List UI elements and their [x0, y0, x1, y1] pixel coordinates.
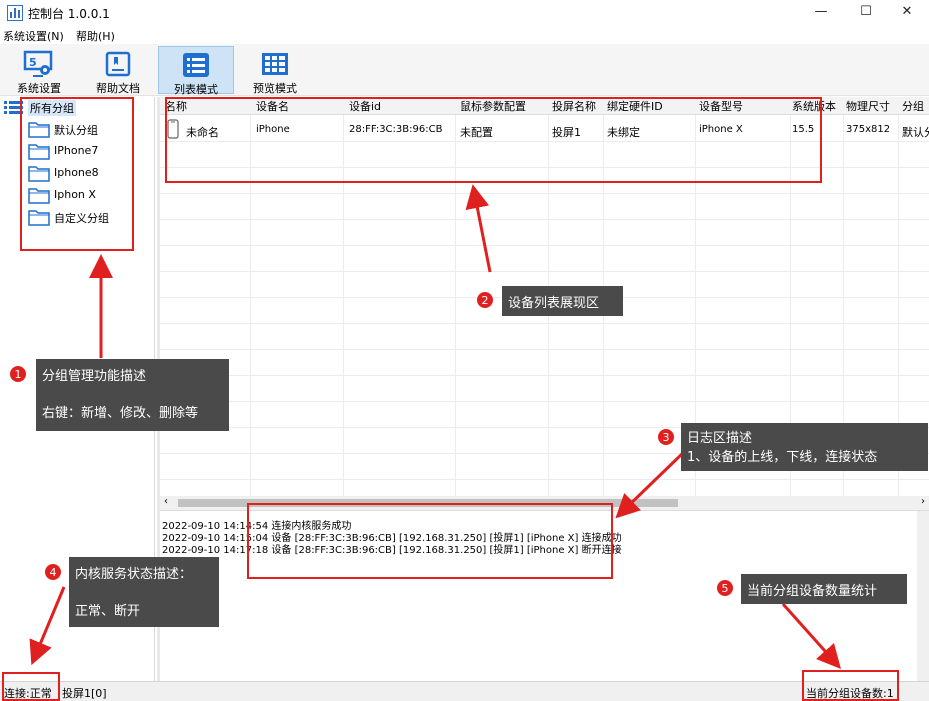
menu-bar: 系统设置(N) 帮助(H) — [0, 27, 929, 44]
callout-device-list: 设备列表展现区 — [502, 286, 623, 316]
title-bar: 控制台 1.0.0.1 — ☐ ✕ — [0, 0, 929, 26]
toolbar: 5 系统设置 帮助文档 列表模式 预览模式 — [0, 44, 929, 96]
screen-status: 投屏1[0] — [62, 687, 107, 700]
cell-group: 默认分 — [902, 126, 929, 139]
list-mode-button[interactable]: 列表模式 — [158, 46, 234, 96]
col-header-size[interactable]: 物理尺寸 — [846, 98, 890, 114]
callout-detail: 右键：新增、修改、删除等 — [42, 406, 199, 421]
callout-title: 设备列表展现区 — [508, 296, 600, 311]
grid-icon — [262, 53, 288, 75]
col-header-group[interactable]: 分组 — [902, 98, 924, 114]
annotation-badge-5: 5 — [716, 579, 734, 597]
callout-kernel-status: 内核服务状态描述： 正常、断开 — [69, 557, 219, 627]
callout-detail: 1、设备的上线，下线，连接状态 — [687, 450, 878, 465]
callout-title: 分组管理功能描述 — [42, 369, 147, 384]
callout-device-count: 当前分组设备数量统计 — [741, 574, 907, 604]
system-settings-label: 系统设置 — [17, 82, 61, 95]
scroll-right-icon[interactable]: › — [921, 496, 925, 507]
status-bar: 连接:正常 投屏1[0] 当前分组设备数:1 — [0, 681, 929, 701]
annotation-badge-1: 1 — [9, 365, 27, 383]
scroll-left-icon[interactable]: ‹ — [164, 496, 168, 507]
preview-mode-button[interactable]: 预览模式 — [237, 46, 313, 95]
highlight-device-count — [802, 670, 899, 701]
annotation-badge-2: 2 — [476, 291, 494, 309]
annotation-badge-3: 3 — [657, 428, 675, 446]
app-chart-icon — [7, 5, 23, 21]
highlight-group-tree — [20, 97, 134, 251]
help-docs-button[interactable]: 帮助文档 — [80, 46, 156, 95]
callout-title: 内核服务状态描述： — [75, 567, 193, 582]
minimize-button[interactable]: — — [798, 0, 844, 26]
list-mode-label: 列表模式 — [174, 83, 218, 96]
preview-mode-label: 预览模式 — [253, 82, 297, 95]
book-icon — [105, 51, 131, 77]
callout-title: 当前分组设备数量统计 — [747, 584, 878, 599]
log-scrollbar[interactable] — [917, 511, 929, 682]
callout-title: 日志区描述 — [687, 431, 753, 446]
list-icon — [183, 53, 209, 77]
close-button[interactable]: ✕ — [884, 0, 929, 26]
highlight-connection-status — [2, 672, 60, 701]
callout-group-management: 分组管理功能描述 右键：新增、修改、删除等 — [36, 359, 229, 431]
menu-help[interactable]: 帮助(H) — [76, 28, 115, 44]
menu-system-settings[interactable]: 系统设置(N) — [3, 28, 64, 44]
highlight-log-area — [247, 503, 613, 579]
annotation-badge-4: 4 — [44, 563, 62, 581]
callout-detail: 正常、断开 — [75, 604, 141, 619]
window-title: 控制台 1.0.0.1 — [28, 7, 110, 21]
settings-icon: 5 — [23, 50, 53, 77]
system-settings-button[interactable]: 5 系统设置 — [1, 46, 77, 95]
help-docs-label: 帮助文档 — [96, 82, 140, 95]
highlight-device-list — [165, 97, 822, 183]
maximize-button[interactable]: ☐ — [843, 0, 889, 26]
callout-log-area: 日志区描述 1、设备的上线，下线，连接状态 — [681, 423, 928, 471]
cell-size: 375x812 — [846, 124, 891, 135]
svg-text:5: 5 — [29, 56, 37, 69]
